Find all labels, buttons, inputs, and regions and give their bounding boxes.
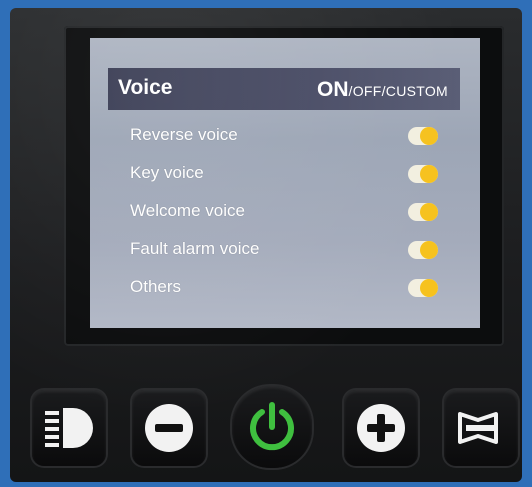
mode-on-label: ON xyxy=(317,78,349,101)
key-voice-toggle[interactable] xyxy=(408,165,438,183)
list-item-key-voice[interactable]: Key voice xyxy=(130,158,450,190)
toggle-knob xyxy=(420,165,438,183)
list-item-others[interactable]: Others xyxy=(130,272,450,304)
page-title: Voice xyxy=(118,76,173,99)
item-label: Fault alarm voice xyxy=(130,239,260,258)
horn-icon xyxy=(458,412,498,444)
voice-mode-selector[interactable]: ON/OFF/CUSTOM xyxy=(317,78,448,102)
screen-header: Voice ON/OFF/CUSTOM xyxy=(108,68,460,110)
item-label: Others xyxy=(130,277,182,296)
list-item-fault-alarm-voice[interactable]: Fault alarm voice xyxy=(130,234,450,266)
headlight-icon xyxy=(45,408,93,448)
toggle-knob xyxy=(420,203,438,221)
welcome-voice-toggle[interactable] xyxy=(408,203,438,221)
device-panel: Voice ON/OFF/CUSTOM Reverse voice Key vo… xyxy=(10,8,522,482)
minus-icon xyxy=(145,404,193,452)
item-label: Reverse voice xyxy=(130,125,238,144)
item-label: Key voice xyxy=(130,163,204,182)
fault-alarm-voice-toggle[interactable] xyxy=(408,241,438,259)
headlight-button[interactable] xyxy=(32,390,106,466)
mode-options-label: /OFF/CUSTOM xyxy=(348,83,448,99)
horn-button[interactable] xyxy=(444,390,518,466)
reverse-voice-toggle[interactable] xyxy=(408,127,438,145)
minus-button[interactable] xyxy=(132,390,206,466)
toggle-knob xyxy=(420,279,438,297)
toggle-knob xyxy=(420,127,438,145)
plus-button[interactable] xyxy=(344,390,418,466)
display-screen: Voice ON/OFF/CUSTOM Reverse voice Key vo… xyxy=(90,38,480,328)
item-label: Welcome voice xyxy=(130,201,245,220)
list-item-reverse-voice[interactable]: Reverse voice xyxy=(130,120,450,152)
list-item-welcome-voice[interactable]: Welcome voice xyxy=(130,196,450,228)
power-icon xyxy=(250,402,294,451)
others-toggle[interactable] xyxy=(408,279,438,297)
plus-icon xyxy=(357,404,405,452)
toggle-knob xyxy=(420,241,438,259)
power-button[interactable] xyxy=(232,386,312,468)
